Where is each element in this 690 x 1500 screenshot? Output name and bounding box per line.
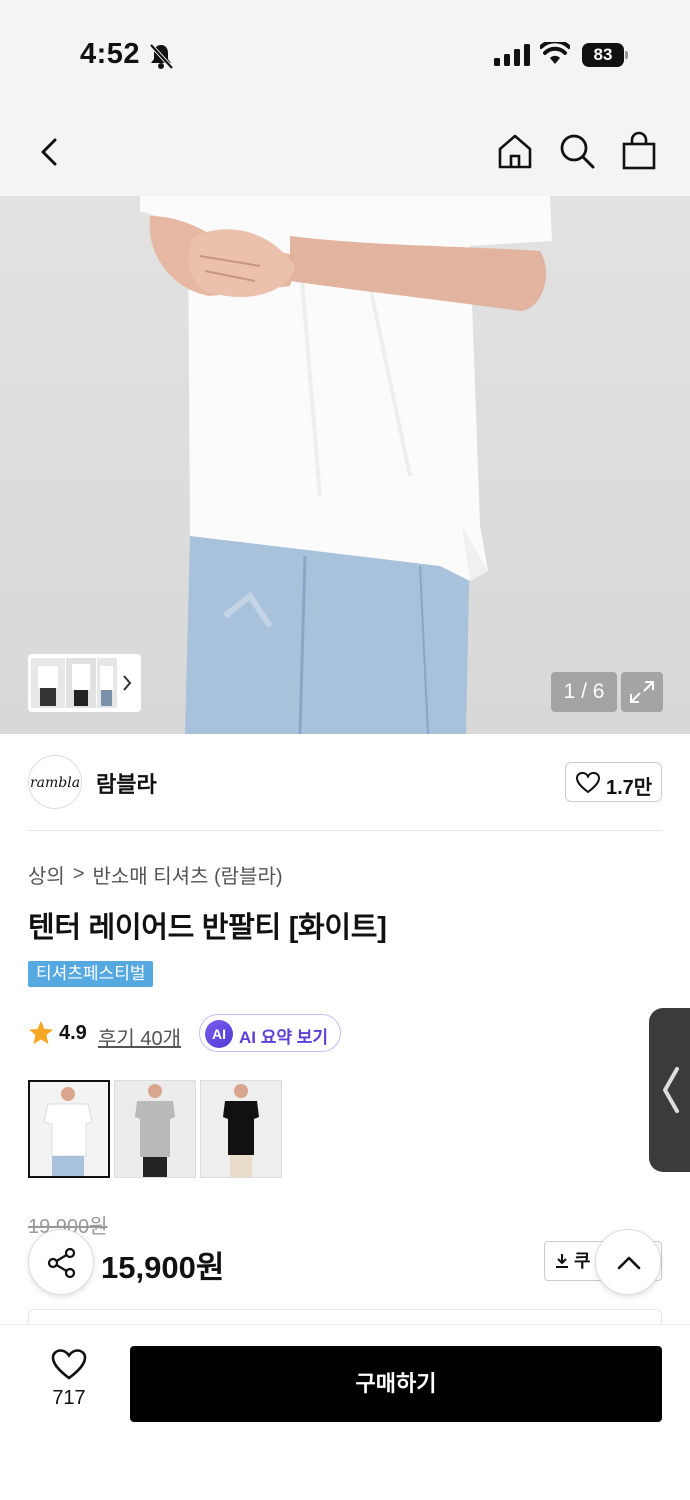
bottom-action-bar: 717 구매하기 <box>0 1324 690 1500</box>
product-image-gallery[interactable]: 1 / 6 <box>0 196 690 734</box>
home-icon[interactable] <box>494 130 536 172</box>
promo-tag[interactable]: 티셔츠페스티벌 <box>28 961 154 987</box>
breadcrumb: 상의 > 반소매 티셔츠 (람블라) <box>28 860 283 889</box>
status-time: 4:52 <box>80 38 141 70</box>
side-panel-handle[interactable] <box>649 1008 690 1172</box>
breadcrumb-separator: > <box>72 863 85 885</box>
sale-price: 15,900원 <box>101 1250 225 1285</box>
variant-white[interactable] <box>28 1080 110 1178</box>
ai-icon: AI <box>205 1020 233 1048</box>
breadcrumb-subcategory[interactable]: 반소매 티셔츠 (람블라) <box>93 860 283 889</box>
divider <box>28 830 662 831</box>
breadcrumb-category[interactable]: 상의 <box>28 860 65 889</box>
brand-logo[interactable]: rambla <box>28 755 82 809</box>
heart-icon <box>576 772 600 794</box>
brand-name[interactable]: 람블라 <box>96 767 157 799</box>
wishlist-count: 717 <box>52 1387 86 1409</box>
ai-summary-label: AI 요약 보기 <box>239 1028 329 1047</box>
signal-icon <box>494 44 530 66</box>
ai-summary-button[interactable]: AI AI 요약 보기 <box>199 1014 341 1052</box>
chevron-up-icon <box>617 1256 641 1270</box>
thumbnail-preview <box>31 658 132 708</box>
rating-row: 4.9 후기 40개 AI AI 요약 보기 <box>28 1014 428 1052</box>
battery-icon: 83 <box>582 43 628 67</box>
wifi-icon <box>540 42 570 64</box>
search-icon[interactable] <box>556 130 598 172</box>
review-count-link[interactable]: 후기 40개 <box>98 1022 181 1051</box>
scroll-top-button[interactable] <box>595 1229 661 1295</box>
status-bar: 4:52 83 <box>0 0 690 110</box>
coupon-label: 쿠 <box>574 1251 591 1271</box>
brand-like-count: 1.7만 <box>606 777 653 799</box>
shopping-bag-icon[interactable] <box>618 130 660 172</box>
back-arrow-icon[interactable] <box>30 132 70 172</box>
gallery-thumbnail-strip[interactable] <box>28 654 141 712</box>
brand-like-button[interactable]: 1.7만 <box>565 762 662 802</box>
bell-muted-icon <box>149 43 174 70</box>
wishlist-button[interactable]: 717 <box>34 1349 104 1419</box>
image-counter: 1 / 6 <box>551 672 617 712</box>
battery-level: 83 <box>582 43 624 67</box>
share-button[interactable] <box>28 1229 94 1295</box>
rating-value: 4.9 <box>59 1022 87 1044</box>
product-title: 텐터 레이어드 반팔티 [화이트] <box>28 912 387 944</box>
variant-black[interactable] <box>200 1080 282 1178</box>
star-icon <box>29 1021 53 1044</box>
download-icon <box>556 1254 568 1268</box>
buy-button[interactable]: 구매하기 <box>130 1346 662 1422</box>
expand-icon[interactable] <box>621 672 663 712</box>
color-variants <box>28 1080 282 1178</box>
share-icon <box>47 1247 76 1279</box>
brand-row: rambla 람블라 1.7만 <box>28 755 662 811</box>
top-nav <box>0 110 690 196</box>
chevron-left-icon <box>663 1067 679 1113</box>
variant-gray[interactable] <box>114 1080 196 1178</box>
heart-icon <box>51 1349 87 1380</box>
